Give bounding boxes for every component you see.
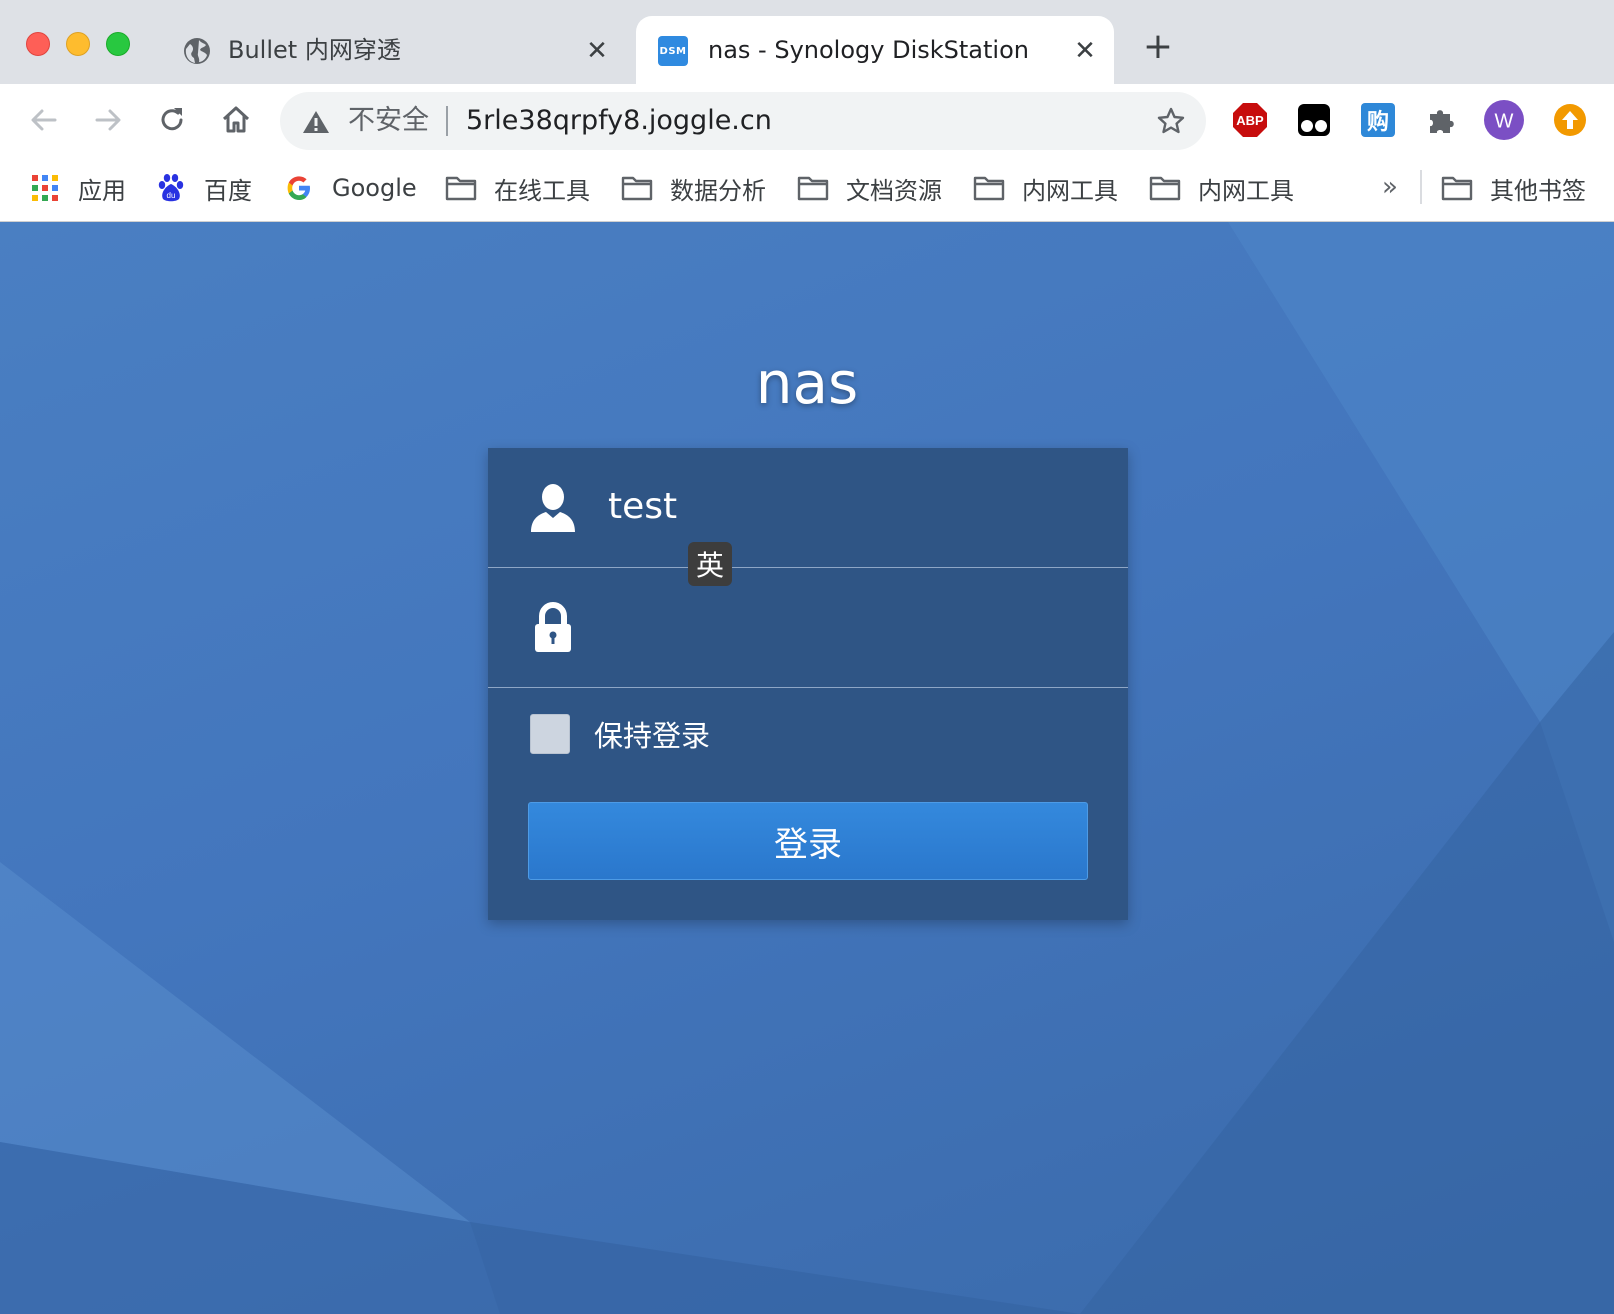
minimize-window-button[interactable]	[66, 32, 90, 56]
folder-icon	[620, 173, 654, 203]
tab-strip: Bullet 内网穿透 ✕ DSM nas - Synology DiskSta…	[0, 0, 1614, 84]
svg-text:du: du	[167, 191, 176, 200]
url-text[interactable]: 5rle38qrpfy8.joggle.cn	[466, 104, 772, 138]
folder-icon	[1148, 173, 1182, 203]
bookmark-star-icon[interactable]	[1156, 106, 1186, 140]
close-tab-icon[interactable]: ✕	[582, 36, 612, 66]
profile-avatar[interactable]: W	[1484, 100, 1524, 140]
bookmark-label: 内网工具	[1022, 176, 1118, 205]
tab-nas[interactable]: DSM nas - Synology DiskStation ✕	[636, 16, 1114, 84]
bookmark-folder-docs[interactable]: 文档资源	[796, 168, 942, 208]
close-tab-icon[interactable]: ✕	[1070, 36, 1100, 66]
remember-me[interactable]: 保持登录	[530, 714, 710, 754]
apps-grid-icon	[28, 173, 62, 203]
bookmark-label: 其他书签	[1490, 176, 1586, 205]
password-input[interactable]	[608, 598, 1088, 658]
folder-icon	[972, 173, 1006, 203]
address-bar[interactable]: 不安全 5rle38qrpfy8.joggle.cn	[280, 92, 1206, 150]
home-button[interactable]	[216, 100, 256, 140]
username-value[interactable]: test	[608, 484, 677, 530]
bookmark-label: 内网工具	[1198, 176, 1294, 205]
bookmarks-bar: 应用 du 百度 Google 在线工具 数据分析 文档资源 内网工具 内网工具…	[0, 158, 1614, 222]
bookmark-folder-online-tools[interactable]: 在线工具	[444, 168, 590, 208]
not-secure-warning-icon[interactable]	[302, 109, 330, 139]
tab-title: Bullet 内网穿透	[228, 36, 401, 64]
password-field[interactable]	[488, 568, 1128, 688]
gou-label: 购	[1367, 109, 1389, 135]
bookmark-baidu[interactable]: du 百度	[154, 168, 252, 208]
omnibox-separator	[446, 106, 448, 136]
bookmark-label: 百度	[204, 176, 252, 205]
login-form: test 英 保持登录 登录	[488, 448, 1128, 920]
login-button[interactable]: 登录	[528, 802, 1088, 880]
remember-label[interactable]: 保持登录	[594, 713, 710, 755]
dsm-icon: DSM	[658, 36, 688, 66]
gou-icon[interactable]: 购	[1358, 100, 1398, 140]
tab-bullet[interactable]: Bullet 内网穿透 ✕	[166, 16, 626, 84]
browser-toolbar: 不安全 5rle38qrpfy8.joggle.cn ABP 购 W	[0, 84, 1614, 158]
baidu-icon: du	[154, 173, 188, 203]
new-tab-button[interactable]: +	[1140, 29, 1176, 66]
bookmark-apps[interactable]: 应用	[28, 168, 126, 208]
username-field[interactable]: test	[488, 448, 1128, 568]
reload-button[interactable]	[152, 100, 192, 140]
server-name: nas	[755, 349, 859, 417]
dsm-login-page: nas test 英 保持登录 登录	[0, 222, 1614, 1314]
profile-initial: W	[1495, 110, 1514, 132]
bookmark-label: 应用	[78, 176, 126, 205]
home-icon	[222, 106, 250, 133]
globe-icon	[182, 36, 212, 66]
zoom-window-button[interactable]	[106, 32, 130, 56]
back-button[interactable]	[24, 100, 64, 140]
lock-icon	[528, 602, 578, 658]
bookmark-folder-data-analysis[interactable]: 数据分析	[620, 168, 766, 208]
abp-icon[interactable]: ABP	[1230, 100, 1270, 140]
bookmark-label: 文档资源	[846, 176, 942, 205]
google-icon	[282, 173, 316, 203]
tampermonkey-icon[interactable]	[1294, 100, 1334, 140]
reload-icon	[161, 108, 183, 131]
bookmarks-overflow-button[interactable]: »	[1382, 172, 1398, 202]
bookmark-other[interactable]: 其他书签	[1440, 168, 1586, 208]
bookmark-folder-intranet-tools-2[interactable]: 内网工具	[1148, 168, 1294, 208]
bookmark-folder-intranet-tools[interactable]: 内网工具	[972, 168, 1118, 208]
abp-label: ABP	[1236, 113, 1264, 128]
bookmark-google[interactable]: Google	[282, 168, 417, 208]
ime-indicator: 英	[688, 542, 732, 586]
bookmarks-divider	[1420, 170, 1422, 204]
back-arrow-icon	[31, 109, 57, 131]
bookmark-label: 数据分析	[670, 176, 766, 205]
bookmark-label: Google	[332, 174, 417, 202]
folder-icon	[1440, 173, 1474, 203]
update-icon[interactable]	[1550, 100, 1590, 140]
folder-icon	[444, 173, 478, 203]
tab-title: nas - Synology DiskStation	[708, 36, 1029, 64]
user-icon	[528, 482, 578, 538]
forward-arrow-icon	[95, 109, 121, 131]
forward-button[interactable]	[88, 100, 128, 140]
puzzle-icon[interactable]	[1422, 100, 1462, 140]
folder-icon	[796, 173, 830, 203]
security-label[interactable]: 不安全	[348, 104, 429, 138]
close-window-button[interactable]	[26, 32, 50, 56]
bookmark-label: 在线工具	[494, 176, 590, 205]
remember-checkbox[interactable]	[530, 714, 570, 754]
